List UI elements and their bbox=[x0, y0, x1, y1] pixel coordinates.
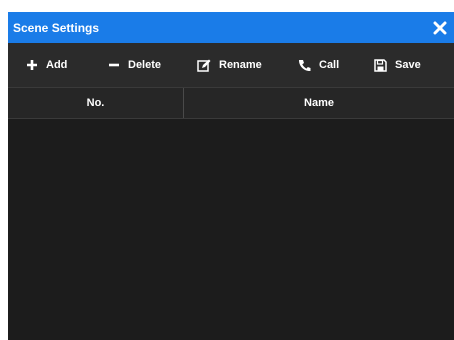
plus-icon bbox=[26, 59, 38, 71]
edit-icon bbox=[197, 59, 211, 72]
minus-icon bbox=[108, 59, 120, 71]
save-label: Save bbox=[395, 59, 421, 71]
delete-button[interactable]: Delete bbox=[108, 43, 161, 87]
column-header-name[interactable]: Name bbox=[184, 88, 454, 118]
column-header-no[interactable]: No. bbox=[8, 88, 184, 118]
call-label: Call bbox=[319, 59, 340, 71]
floppy-disk-icon bbox=[374, 58, 387, 72]
rename-label: Rename bbox=[219, 59, 262, 71]
rename-button[interactable]: Rename bbox=[197, 43, 262, 87]
dialog-title: Scene Settings bbox=[13, 20, 100, 35]
save-button[interactable]: Save bbox=[374, 43, 421, 87]
add-button[interactable]: Add bbox=[26, 43, 67, 87]
phone-icon bbox=[298, 59, 311, 72]
scene-settings-dialog: Scene Settings Add Delete Rename Call Sa… bbox=[8, 12, 454, 340]
add-label: Add bbox=[46, 59, 68, 71]
dialog-titlebar: Scene Settings bbox=[8, 12, 454, 43]
delete-label: Delete bbox=[128, 59, 162, 71]
table-header: No. Name bbox=[8, 87, 454, 119]
toolbar: Add Delete Rename Call Save bbox=[8, 43, 454, 87]
close-icon[interactable] bbox=[433, 21, 447, 35]
table-body bbox=[8, 119, 454, 340]
call-button[interactable]: Call bbox=[298, 43, 339, 87]
